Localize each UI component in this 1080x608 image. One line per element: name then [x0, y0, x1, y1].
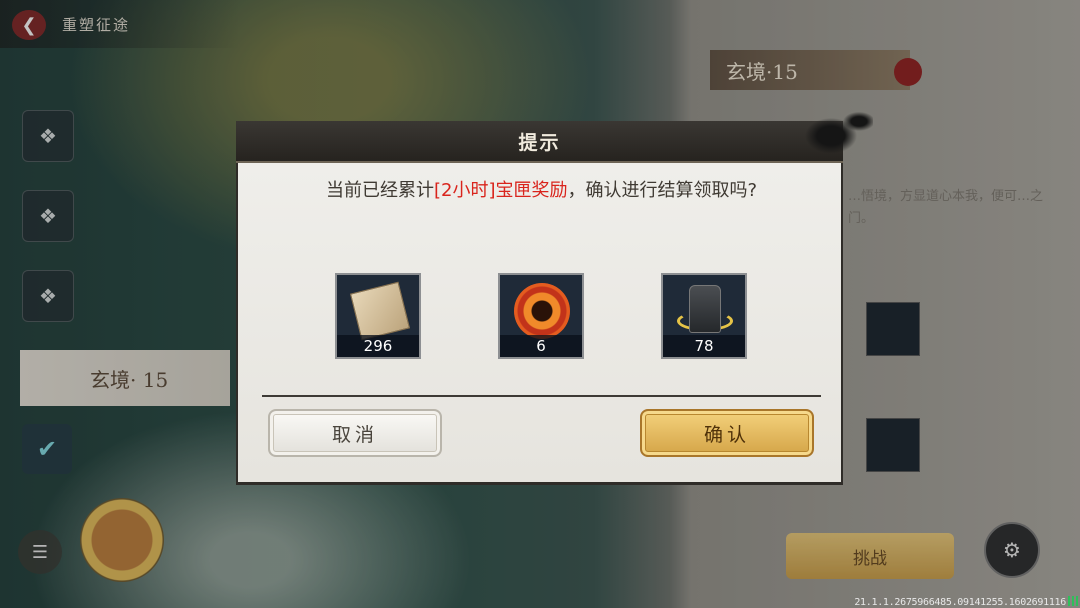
- scroll-paper-icon: [349, 281, 411, 341]
- debug-version-text: 21.1.1.2675966485.09141255.1602691116: [854, 597, 1066, 608]
- confirm-button[interactable]: 确认: [640, 409, 814, 457]
- message-prefix: 当前已经累计: [325, 180, 434, 201]
- stone-tablet-icon: [689, 285, 721, 333]
- reward-dialog: 提示 当前已经累计[2小时]宝匣奖励，确认进行结算领取吗? 296 6 78 取…: [236, 107, 873, 485]
- reward-item[interactable]: 6: [498, 273, 584, 359]
- fire-orb-icon: [514, 283, 570, 339]
- reward-count: 6: [500, 335, 582, 357]
- reward-item[interactable]: 296: [335, 273, 421, 359]
- dialog-message: 当前已经累计[2小时]宝匣奖励，确认进行结算领取吗?: [298, 177, 785, 204]
- signal-icon: [1068, 596, 1078, 606]
- ink-splash-decoration: [803, 107, 873, 155]
- reward-item[interactable]: 78: [661, 273, 747, 359]
- cancel-button[interactable]: 取消: [268, 409, 442, 457]
- dialog-header: 提示: [236, 121, 843, 163]
- dialog-divider: [262, 395, 821, 397]
- dialog-body: 当前已经累计[2小时]宝匣奖励，确认进行结算领取吗? 296 6 78 取消 确…: [236, 163, 843, 485]
- reward-count: 78: [663, 335, 745, 357]
- dialog-title: 提示: [518, 132, 561, 154]
- message-highlight: [2小时]宝匣奖励: [433, 180, 568, 201]
- message-suffix: ，确认进行结算领取吗?: [567, 180, 758, 201]
- reward-count: 296: [337, 335, 419, 357]
- reward-list: 296 6 78: [238, 273, 841, 363]
